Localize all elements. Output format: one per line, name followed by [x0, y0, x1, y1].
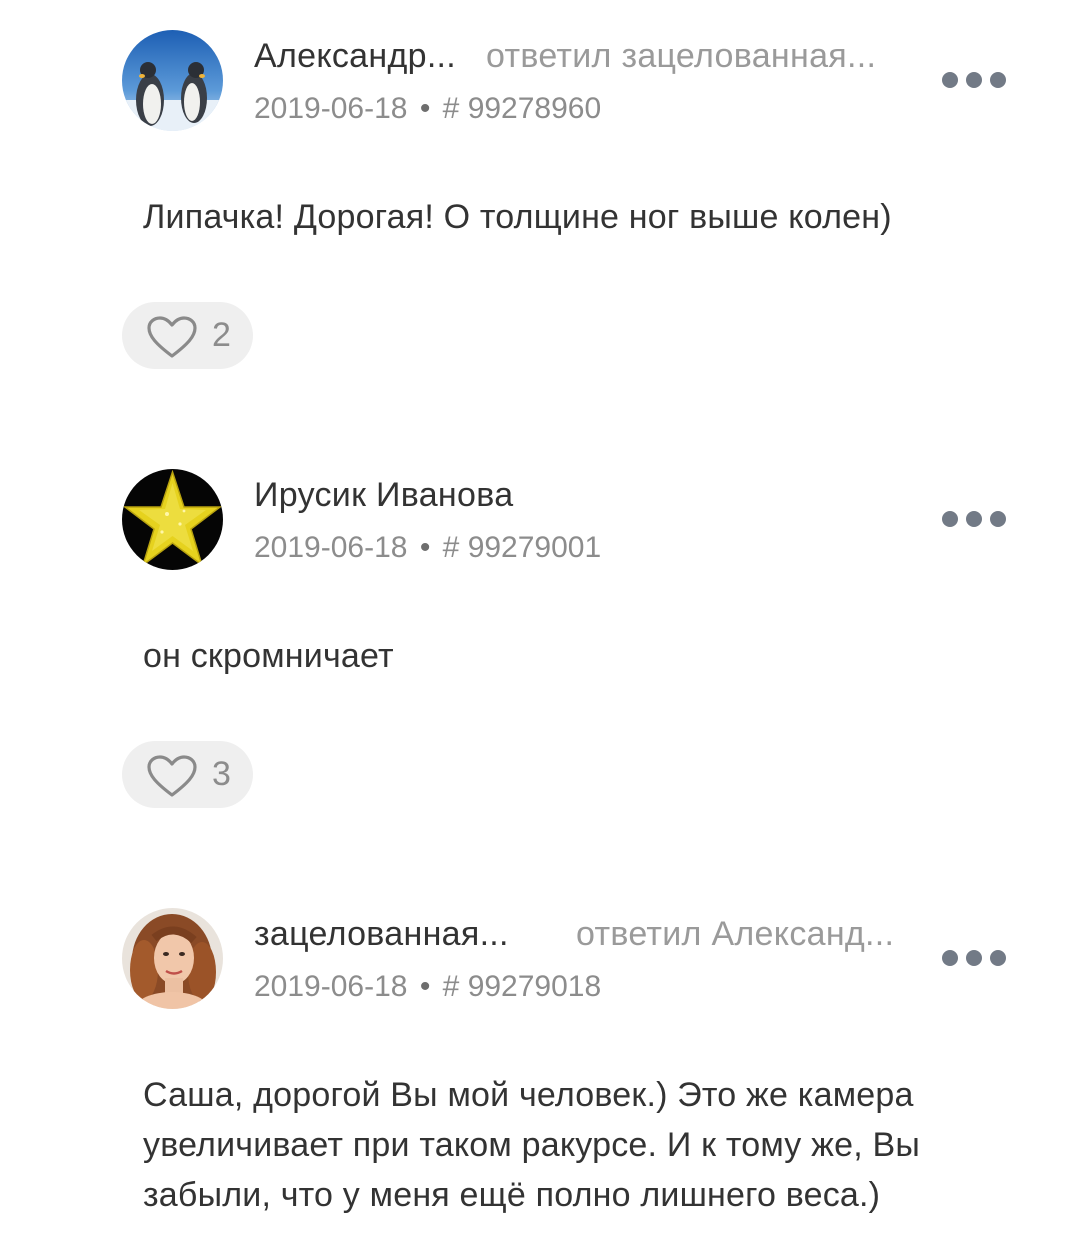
- comment-text: Липачка! Дорогая! О толщине ног выше кол…: [143, 198, 892, 236]
- comment-meta: 2019-06-18 • # 99279001: [254, 531, 601, 565]
- more-dots-icon: [942, 511, 958, 527]
- gold-star-avatar: [122, 469, 223, 570]
- like-button[interactable]: 2: [122, 302, 253, 369]
- more-dots-icon: [942, 950, 958, 966]
- penguins-avatar: [122, 30, 223, 131]
- more-options-button[interactable]: [942, 506, 1006, 532]
- meta-separator: •: [419, 92, 431, 125]
- comment-date: 2019-06-18: [254, 970, 408, 1003]
- meta-separator: •: [419, 531, 431, 564]
- avatar[interactable]: [122, 908, 223, 1009]
- comment-number: # 99279001: [442, 531, 602, 564]
- comment-text: Саша, дорогой Вы мой человек.) Это же ка…: [143, 1076, 921, 1214]
- comment-text: он скромничает: [143, 637, 394, 675]
- reply-to-label[interactable]: ответил зацелованная...: [486, 37, 906, 76]
- avatar[interactable]: [122, 469, 223, 570]
- comment-number: # 99279018: [442, 970, 602, 1003]
- comments-feed: Александр... ответил зацелованная... 201…: [0, 0, 1080, 1233]
- comment-meta: 2019-06-18 • # 99278960: [254, 92, 601, 126]
- avatar[interactable]: [122, 30, 223, 131]
- author-name[interactable]: зацелованная...: [254, 915, 534, 954]
- more-options-button[interactable]: [942, 67, 1006, 93]
- reply-to-label[interactable]: ответил Александ...: [576, 915, 906, 954]
- comment-date: 2019-06-18: [254, 531, 408, 564]
- like-button[interactable]: 3: [122, 741, 253, 808]
- like-count: 3: [212, 755, 231, 793]
- author-name[interactable]: Ирусик Иванова: [254, 476, 654, 515]
- author-name[interactable]: Александр...: [254, 37, 469, 76]
- like-count: 2: [212, 316, 231, 354]
- more-dots-icon: [942, 72, 958, 88]
- more-options-button[interactable]: [942, 945, 1006, 971]
- meta-separator: •: [419, 970, 431, 1003]
- comment-number: # 99278960: [442, 92, 602, 125]
- woman-portrait-avatar: [122, 908, 223, 1009]
- comment-date: 2019-06-18: [254, 92, 408, 125]
- comment-meta: 2019-06-18 • # 99279018: [254, 970, 601, 1004]
- heart-outline-icon: [147, 755, 197, 797]
- heart-outline-icon: [147, 316, 197, 358]
